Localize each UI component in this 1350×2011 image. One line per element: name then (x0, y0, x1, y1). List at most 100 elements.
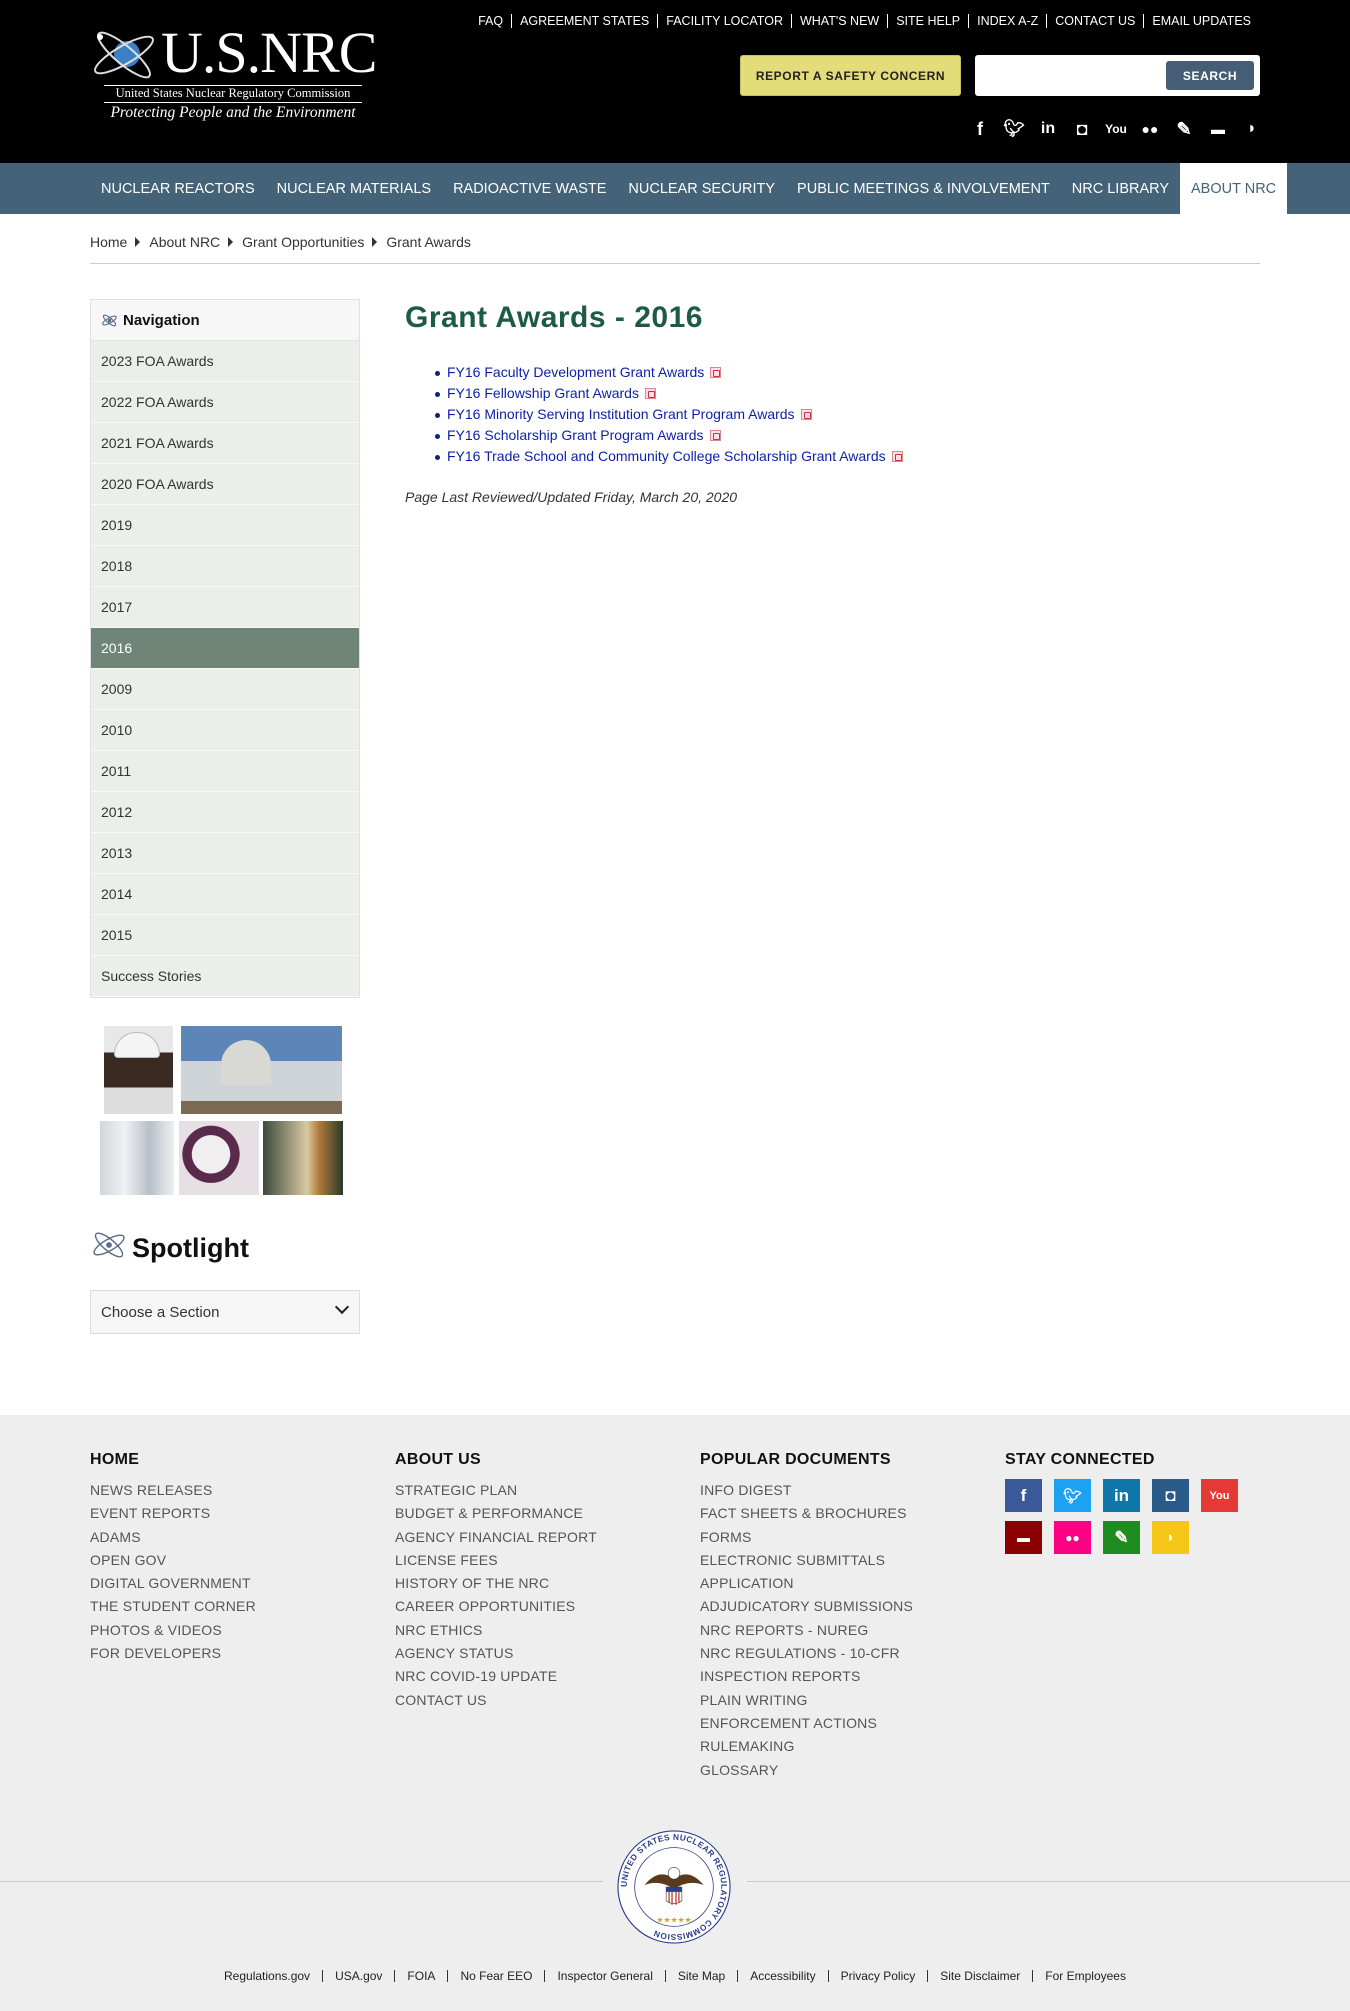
award-link[interactable]: FY16 Faculty Development Grant Awards (447, 364, 704, 380)
footer-link[interactable]: APPLICATION (700, 1572, 913, 1595)
facebook-icon[interactable]: f (1005, 1479, 1042, 1512)
blog-icon[interactable]: ✎ (1167, 118, 1201, 140)
footer-bottom-link[interactable]: Inspector General (544, 1970, 664, 1982)
nav-nuclear-reactors[interactable]: NUCLEAR REACTORS (90, 163, 266, 214)
footer-link[interactable]: NRC REPORTS - NUREG (700, 1619, 913, 1642)
footer-bottom-link[interactable]: For Employees (1032, 1970, 1138, 1982)
utility-link-whats-new[interactable]: WHAT'S NEW (790, 14, 887, 28)
utility-link-facility-locator[interactable]: FACILITY LOCATOR (657, 14, 791, 28)
footer-link[interactable]: ADJUDICATORY SUBMISSIONS (700, 1595, 913, 1618)
sidebar-item-2022-foa[interactable]: 2022 FOA Awards (91, 382, 359, 423)
linkedin-icon[interactable]: in (1031, 118, 1065, 140)
footer-link[interactable]: FACT SHEETS & BROCHURES (700, 1502, 913, 1525)
utility-link-contact-us[interactable]: CONTACT US (1046, 14, 1143, 28)
comment-icon[interactable]: ▬ (1201, 118, 1235, 140)
sidebar-item-2019[interactable]: 2019 (91, 505, 359, 546)
blog-icon[interactable]: ✎ (1103, 1521, 1140, 1554)
linkedin-icon[interactable]: in (1103, 1479, 1140, 1512)
footer-link[interactable]: NRC COVID-19 UPDATE (395, 1665, 597, 1688)
sidebar-item-2023-foa[interactable]: 2023 FOA Awards (91, 341, 359, 382)
search-input[interactable] (981, 61, 1171, 90)
nav-public-meetings[interactable]: PUBLIC MEETINGS & INVOLVEMENT (786, 163, 1061, 214)
footer-bottom-link[interactable]: Privacy Policy (827, 1970, 928, 1982)
rss-icon[interactable]: ◗ (1152, 1521, 1189, 1554)
youtube-icon[interactable]: You (1201, 1479, 1238, 1512)
instagram-icon[interactable]: ◘ (1152, 1479, 1189, 1512)
footer-link[interactable]: AGENCY STATUS (395, 1642, 597, 1665)
footer-link[interactable]: AGENCY FINANCIAL REPORT (395, 1526, 597, 1549)
award-link[interactable]: FY16 Trade School and Community College … (447, 448, 886, 464)
utility-link-email-updates[interactable]: EMAIL UPDATES (1143, 14, 1259, 28)
facebook-icon[interactable]: f (963, 118, 997, 140)
sidebar-item-2016[interactable]: 2016 (91, 628, 359, 669)
award-link[interactable]: FY16 Fellowship Grant Awards (447, 385, 639, 401)
nav-radioactive-waste[interactable]: RADIOACTIVE WASTE (442, 163, 617, 214)
footer-link[interactable]: INFO DIGEST (700, 1479, 913, 1502)
footer-link[interactable]: HISTORY OF THE NRC (395, 1572, 597, 1595)
utility-link-agreement-states[interactable]: AGREEMENT STATES (511, 14, 657, 28)
report-safety-concern-button[interactable]: REPORT A SAFETY CONCERN (740, 55, 961, 96)
utility-link-index-az[interactable]: INDEX A-Z (968, 14, 1046, 28)
breadcrumb-home[interactable]: Home (90, 234, 127, 250)
footer-link[interactable]: ENFORCEMENT ACTIONS (700, 1712, 913, 1735)
footer-link[interactable]: EVENT REPORTS (90, 1502, 256, 1525)
footer-bottom-link[interactable]: Accessibility (737, 1970, 827, 1982)
rss-icon[interactable]: ◗ (1235, 118, 1269, 140)
youtube-icon[interactable]: You (1099, 118, 1133, 140)
twitter-icon[interactable]: 🐦︎ (997, 118, 1031, 140)
nav-nrc-library[interactable]: NRC LIBRARY (1061, 163, 1180, 214)
footer-link[interactable]: GLOSSARY (700, 1759, 913, 1782)
footer-bottom-link[interactable]: USA.gov (322, 1970, 394, 1982)
footer-link[interactable]: THE STUDENT CORNER (90, 1595, 256, 1618)
sidebar-item-2021-foa[interactable]: 2021 FOA Awards (91, 423, 359, 464)
utility-link-site-help[interactable]: SITE HELP (887, 14, 968, 28)
footer-link[interactable]: DIGITAL GOVERNMENT (90, 1572, 256, 1595)
footer-bottom-link[interactable]: Site Map (664, 1970, 737, 1982)
choose-section-select[interactable]: Choose a Section (90, 1290, 360, 1334)
footer-link[interactable]: ELECTRONIC SUBMITTALS (700, 1549, 913, 1572)
instagram-icon[interactable]: ◘ (1065, 118, 1099, 140)
sidebar-item-2013[interactable]: 2013 (91, 833, 359, 874)
sidebar-item-2017[interactable]: 2017 (91, 587, 359, 628)
sidebar-item-2012[interactable]: 2012 (91, 792, 359, 833)
footer-link[interactable]: OPEN GOV (90, 1549, 256, 1572)
footer-bottom-link[interactable]: No Fear EEO (447, 1970, 544, 1982)
footer-link[interactable]: NEWS RELEASES (90, 1479, 256, 1502)
footer-link[interactable]: NRC REGULATIONS - 10-CFR (700, 1642, 913, 1665)
comment-icon[interactable]: ▬ (1005, 1521, 1042, 1554)
footer-link[interactable]: BUDGET & PERFORMANCE (395, 1502, 597, 1525)
sidebar-item-2015[interactable]: 2015 (91, 915, 359, 956)
footer-bottom-link[interactable]: Regulations.gov (212, 1970, 322, 1982)
breadcrumb-grant-opportunities[interactable]: Grant Opportunities (242, 234, 364, 250)
utility-link-faq[interactable]: FAQ (470, 14, 511, 28)
footer-link[interactable]: NRC ETHICS (395, 1619, 597, 1642)
flickr-icon[interactable]: ●● (1054, 1521, 1091, 1554)
sidebar-item-2011[interactable]: 2011 (91, 751, 359, 792)
footer-link[interactable]: INSPECTION REPORTS (700, 1665, 913, 1688)
footer-link[interactable]: STRATEGIC PLAN (395, 1479, 597, 1502)
nav-nuclear-security[interactable]: NUCLEAR SECURITY (617, 163, 786, 214)
sidebar-item-2018[interactable]: 2018 (91, 546, 359, 587)
footer-link[interactable]: FORMS (700, 1526, 913, 1549)
sidebar-item-2014[interactable]: 2014 (91, 874, 359, 915)
footer-link[interactable]: ADAMS (90, 1526, 256, 1549)
sidebar-item-2020-foa[interactable]: 2020 FOA Awards (91, 464, 359, 505)
flickr-icon[interactable]: ●● (1133, 118, 1167, 140)
breadcrumb-about-nrc[interactable]: About NRC (149, 234, 220, 250)
sidebar-item-2010[interactable]: 2010 (91, 710, 359, 751)
sidebar-item-success-stories[interactable]: Success Stories (91, 956, 359, 997)
footer-bottom-link[interactable]: Site Disclaimer (927, 1970, 1032, 1982)
sidebar-item-2009[interactable]: 2009 (91, 669, 359, 710)
footer-link[interactable]: RULEMAKING (700, 1735, 913, 1758)
footer-link[interactable]: CONTACT US (395, 1689, 597, 1712)
award-link[interactable]: FY16 Minority Serving Institution Grant … (447, 406, 795, 422)
nav-nuclear-materials[interactable]: NUCLEAR MATERIALS (266, 163, 442, 214)
footer-link[interactable]: PHOTOS & VIDEOS (90, 1619, 256, 1642)
twitter-icon[interactable]: 🐦︎ (1054, 1479, 1091, 1512)
footer-link[interactable]: CAREER OPPORTUNITIES (395, 1595, 597, 1618)
footer-link[interactable]: LICENSE FEES (395, 1549, 597, 1572)
nrc-logo[interactable]: U.S.NRC United States Nuclear Regulatory… (89, 18, 377, 126)
search-button[interactable]: SEARCH (1166, 61, 1254, 90)
nav-about-nrc[interactable]: ABOUT NRC (1180, 163, 1288, 214)
footer-link[interactable]: PLAIN WRITING (700, 1689, 913, 1712)
